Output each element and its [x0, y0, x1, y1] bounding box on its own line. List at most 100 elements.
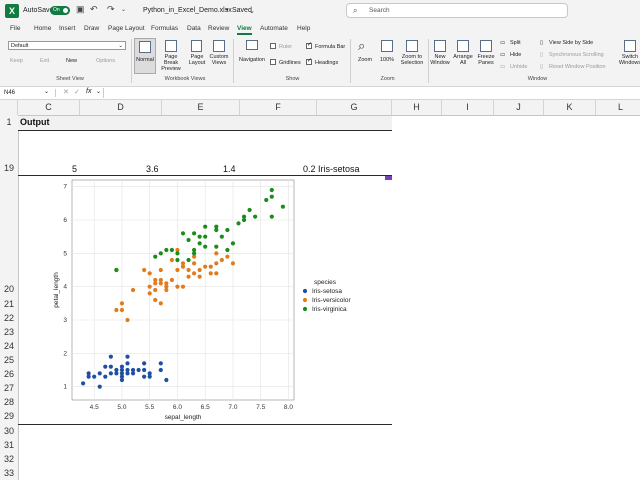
- redo-icon[interactable]: ↷: [107, 4, 115, 15]
- save-icon[interactable]: ▣: [76, 4, 85, 15]
- data-point: [192, 247, 197, 253]
- row-header[interactable]: 31: [0, 440, 18, 450]
- tab-data[interactable]: Data: [187, 25, 201, 32]
- ruler-checkbox[interactable]: [270, 43, 276, 49]
- column-header[interactable]: L: [596, 100, 640, 115]
- split-button[interactable]: Split: [510, 40, 521, 46]
- tab-formulas[interactable]: Formulas: [151, 25, 178, 32]
- row-header[interactable]: 19: [0, 163, 18, 173]
- split-icon: ▭: [500, 40, 506, 46]
- cell-d19[interactable]: 3.6: [146, 164, 159, 174]
- x-tick-label: 6.0: [173, 404, 182, 411]
- normal-view-button[interactable]: Normal: [134, 38, 156, 74]
- gridlines-checkbox[interactable]: [270, 59, 276, 65]
- keep-button[interactable]: Keep: [10, 58, 23, 64]
- column-header[interactable]: I: [442, 100, 494, 115]
- data-point: [180, 231, 186, 236]
- row-header[interactable]: 20: [0, 284, 18, 294]
- row-header[interactable]: 24: [0, 341, 18, 351]
- options-button[interactable]: Options: [96, 58, 115, 64]
- row-header[interactable]: 25: [0, 355, 18, 365]
- column-header[interactable]: K: [544, 100, 596, 115]
- cell-e19[interactable]: 1.4: [223, 164, 236, 174]
- insert-function-icon[interactable]: fx: [86, 88, 91, 95]
- column-header[interactable]: C: [18, 100, 80, 115]
- tab-draw[interactable]: Draw: [84, 25, 99, 32]
- switch-windows-button[interactable]: Switch Windows: [616, 38, 640, 74]
- group-label-window: Window: [527, 76, 548, 82]
- column-header[interactable]: J: [494, 100, 544, 115]
- unhide-button[interactable]: Unhide: [510, 64, 527, 70]
- headings-checkbox[interactable]: [306, 57, 312, 65]
- tab-page-layout[interactable]: Page Layout: [108, 25, 145, 32]
- zoom-100-button[interactable]: 100%: [376, 38, 398, 74]
- cell-f19[interactable]: 0.2 Iris-setosa: [303, 164, 360, 174]
- scatter-chart[interactable]: 4.5 5.0 5.5 6.0 6.5 7.0 7.5 8.0 1 2 3 4 5 6 7 sepal_len…: [48, 176, 378, 422]
- row-header[interactable]: 28: [0, 397, 18, 407]
- column-header[interactable]: H: [392, 100, 442, 115]
- legend-entry: Iris-setosa: [312, 288, 342, 295]
- cancel-icon[interactable]: ✕: [63, 88, 69, 96]
- enter-icon[interactable]: ✓: [74, 88, 80, 96]
- select-all-button[interactable]: [0, 100, 18, 115]
- page-break-preview-button[interactable]: Page Break Preview: [158, 38, 184, 74]
- file-name[interactable]: Python_in_Excel_Demo.xlsx: [143, 7, 232, 14]
- arrange-all-button[interactable]: Arrange All: [452, 38, 474, 74]
- customize-qat-icon[interactable]: ⌄: [121, 6, 126, 13]
- tab-review[interactable]: Review: [208, 25, 229, 32]
- page-layout-button[interactable]: Page Layout: [186, 38, 208, 74]
- tab-help[interactable]: Help: [297, 25, 310, 32]
- page-layout-label: Page Layout: [188, 54, 206, 66]
- chevron-down-icon[interactable]: ⌄: [249, 7, 255, 15]
- tab-automate[interactable]: Automate: [260, 25, 288, 32]
- zoom-button[interactable]: ⌕ Zoom: [354, 38, 376, 74]
- data-point: [164, 247, 169, 253]
- data-point: [208, 271, 213, 276]
- chevron-down-icon[interactable]: ⌄: [96, 88, 101, 95]
- data-point: [114, 367, 119, 373]
- exit-button[interactable]: Exit: [40, 58, 49, 64]
- row-header[interactable]: 21: [0, 299, 18, 309]
- zoom-label: Zoom: [357, 57, 373, 63]
- sheet-view-select[interactable]: Default ⌄: [8, 41, 126, 50]
- new-sheet-view-button[interactable]: New: [66, 58, 77, 64]
- row-header[interactable]: 32: [0, 454, 18, 464]
- chevron-down-icon[interactable]: ⌄: [44, 88, 49, 95]
- reset-window-position-button[interactable]: Reset Window Position: [549, 64, 606, 70]
- tab-file[interactable]: File: [10, 25, 20, 32]
- autosave-toggle[interactable]: On: [50, 6, 70, 15]
- column-header[interactable]: G: [317, 100, 392, 115]
- output-header-cell[interactable]: [18, 116, 392, 130]
- view-side-by-side-button[interactable]: View Side by Side: [549, 40, 593, 46]
- column-header[interactable]: D: [80, 100, 162, 115]
- data-point: [164, 377, 169, 383]
- data-point: [192, 271, 197, 276]
- headings-label: Headings: [315, 60, 339, 66]
- row-header[interactable]: 33: [0, 468, 18, 478]
- cell-c19[interactable]: 5: [72, 164, 77, 174]
- row-header[interactable]: 30: [0, 426, 18, 436]
- row-header[interactable]: 27: [0, 383, 18, 393]
- synchronous-scrolling-button[interactable]: Synchronous Scrolling: [549, 52, 604, 58]
- search-placeholder: Search: [369, 7, 390, 14]
- row-header[interactable]: 22: [0, 313, 18, 323]
- column-header[interactable]: E: [162, 100, 240, 115]
- freeze-panes-button[interactable]: Freeze Panes: [475, 38, 497, 74]
- formula-input[interactable]: [103, 88, 640, 98]
- row-header[interactable]: 26: [0, 369, 18, 379]
- zoom-to-selection-button[interactable]: Zoom to Selection: [398, 38, 426, 74]
- row-header[interactable]: 1: [0, 117, 18, 127]
- custom-views-button[interactable]: Custom Views: [208, 38, 230, 74]
- tab-insert[interactable]: Insert: [59, 25, 75, 32]
- row-header[interactable]: 29: [0, 411, 18, 421]
- undo-icon[interactable]: ↶: [90, 4, 98, 15]
- tab-home[interactable]: Home: [34, 25, 51, 32]
- new-window-button[interactable]: New Window: [429, 38, 451, 74]
- hide-button[interactable]: Hide: [510, 52, 521, 58]
- column-header[interactable]: F: [240, 100, 317, 115]
- formula-bar-checkbox[interactable]: [306, 41, 312, 49]
- tab-view[interactable]: View: [237, 25, 252, 35]
- navigation-button[interactable]: Navigation: [237, 38, 267, 74]
- search-box[interactable]: ⌕ Search: [346, 3, 568, 18]
- row-header[interactable]: 23: [0, 327, 18, 337]
